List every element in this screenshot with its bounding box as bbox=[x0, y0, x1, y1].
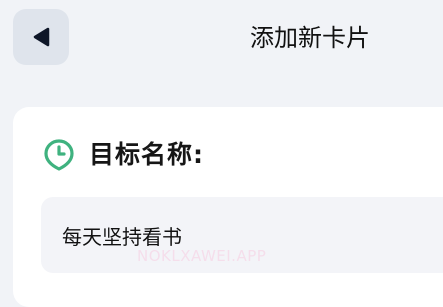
goal-name-value: 每天坚持看书 bbox=[62, 224, 182, 249]
page-title: 添加新卡片 bbox=[250, 24, 370, 52]
triangle-left-icon bbox=[32, 27, 50, 47]
clock-icon bbox=[44, 138, 74, 172]
watermark: NOKLXAWEI.APP bbox=[137, 247, 267, 265]
back-button[interactable] bbox=[13, 9, 69, 65]
goal-name-card: 目标名称: 每天坚持看书 bbox=[13, 107, 443, 307]
goal-name-label: 目标名称: bbox=[89, 140, 204, 169]
